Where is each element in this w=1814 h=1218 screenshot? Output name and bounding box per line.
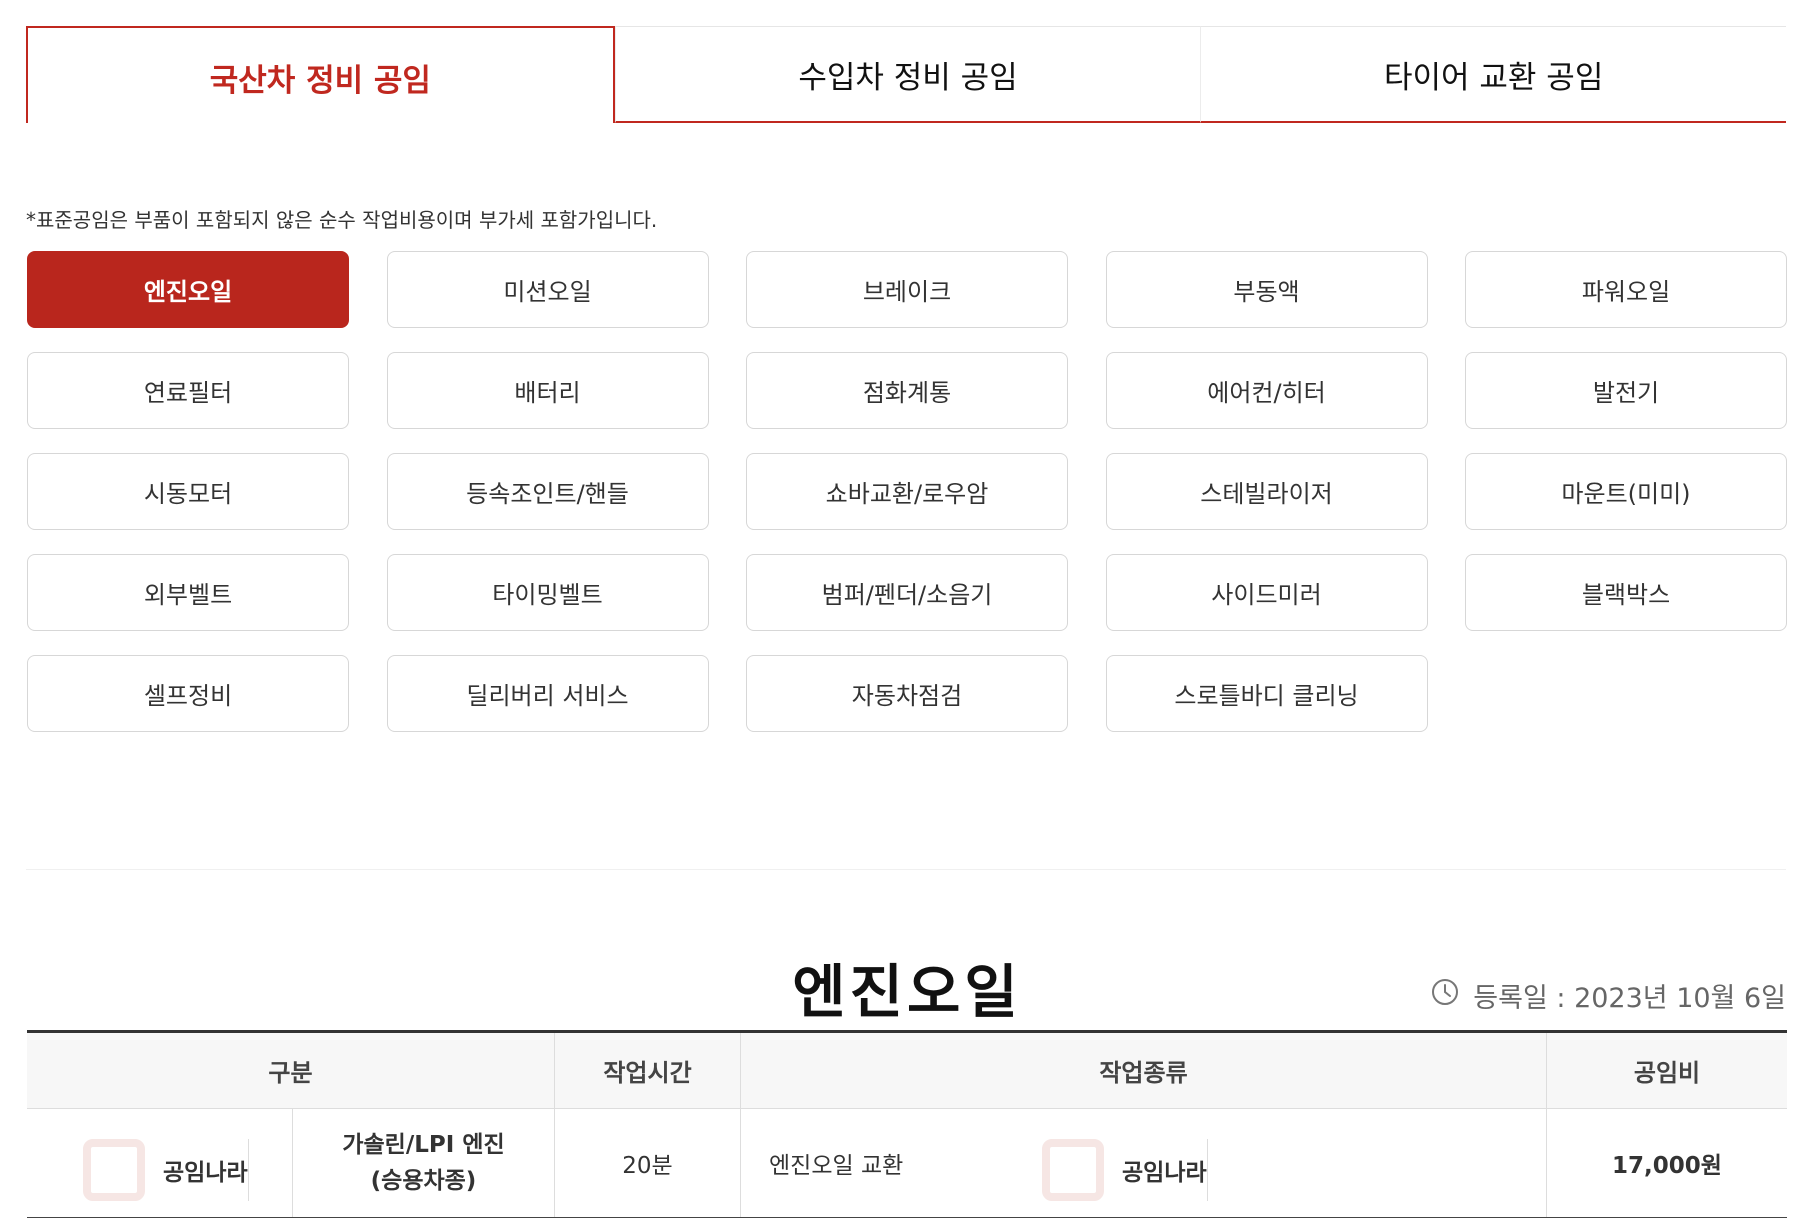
- category-grid: 엔진오일 미션오일 브레이크 부동액 파워오일 연료필터 배터리 점화계통 에어…: [27, 251, 1787, 732]
- row-work-type: 엔진오일 교환: [741, 1109, 1547, 1217]
- service-tabs: 국산차 정비 공임 수입차 정비 공임 타이어 교환 공임: [26, 26, 1787, 123]
- category-button[interactable]: 시동모터: [27, 453, 349, 530]
- header-work-time: 작업시간: [555, 1033, 741, 1108]
- registration-date-text: 등록일 : 2023년 10월 6일: [1473, 983, 1786, 1014]
- category-button[interactable]: 등속조인트/핸들: [386, 453, 709, 530]
- row-group-cell: [27, 1109, 292, 1217]
- registration-date: 등록일 : 2023년 10월 6일: [1431, 976, 1786, 1015]
- category-button[interactable]: 외부벨트: [27, 554, 349, 631]
- category-button[interactable]: 엔진오일: [27, 251, 349, 328]
- header-work-type: 작업종류: [741, 1033, 1547, 1108]
- category-button[interactable]: 발전기: [1465, 352, 1787, 429]
- category-button[interactable]: 연료필터: [27, 352, 349, 429]
- tab-domestic[interactable]: 국산차 정비 공임: [26, 26, 615, 123]
- category-button[interactable]: 점화계통: [746, 352, 1068, 429]
- category-button[interactable]: 마운트(미미): [1465, 453, 1787, 530]
- category-button[interactable]: 미션오일: [386, 251, 709, 328]
- category-button[interactable]: 스로틀바디 클리닝: [1105, 655, 1428, 732]
- category-button[interactable]: 범퍼/펜더/소음기: [746, 554, 1068, 631]
- header-category: 구분: [27, 1033, 555, 1108]
- price-table: 구분 작업시간 작업종류 공임비 공임나라 공임나라 가솔린/LPI 엔진 (승…: [27, 1030, 1787, 1218]
- category-button[interactable]: 자동차점검: [746, 655, 1068, 732]
- category-button[interactable]: 스테빌라이저: [1105, 453, 1428, 530]
- category-button[interactable]: 딜리버리 서비스: [386, 655, 709, 732]
- section-divider: [26, 869, 1786, 870]
- clock-icon: [1431, 978, 1473, 1013]
- header-labor-cost: 공임비: [1633, 1059, 1701, 1087]
- tab-tire[interactable]: 타이어 교환 공임: [1200, 26, 1787, 123]
- category-button[interactable]: 사이드미러: [1105, 554, 1428, 631]
- notice-text: *표준공임은 부품이 포함되지 않은 순수 작업비용이며 부가세 포함가입니다.: [26, 208, 658, 232]
- table-header: 구분 작업시간 작업종류 공임비: [27, 1033, 1787, 1109]
- row-work-time: 20분: [555, 1109, 741, 1217]
- tab-imported[interactable]: 수입차 정비 공임: [614, 26, 1201, 123]
- category-button[interactable]: 배터리: [386, 352, 709, 429]
- table-row: 공임나라 공임나라 가솔린/LPI 엔진 (승용차종) 20분 엔진오일 교환 …: [27, 1109, 1787, 1218]
- category-button[interactable]: 브레이크: [746, 251, 1068, 328]
- category-button[interactable]: 블랙박스: [1465, 554, 1787, 631]
- row-engine-type: 가솔린/LPI 엔진 (승용차종): [292, 1109, 555, 1217]
- category-button[interactable]: 쇼바교환/로우암: [746, 453, 1068, 530]
- category-button[interactable]: 부동액: [1105, 251, 1428, 328]
- category-button[interactable]: 파워오일: [1465, 251, 1787, 328]
- category-button[interactable]: 타이밍벨트: [386, 554, 709, 631]
- category-button[interactable]: 셀프정비: [27, 655, 349, 732]
- row-labor-cost: 17,000원: [1612, 1153, 1722, 1179]
- category-button[interactable]: 에어컨/히터: [1105, 352, 1428, 429]
